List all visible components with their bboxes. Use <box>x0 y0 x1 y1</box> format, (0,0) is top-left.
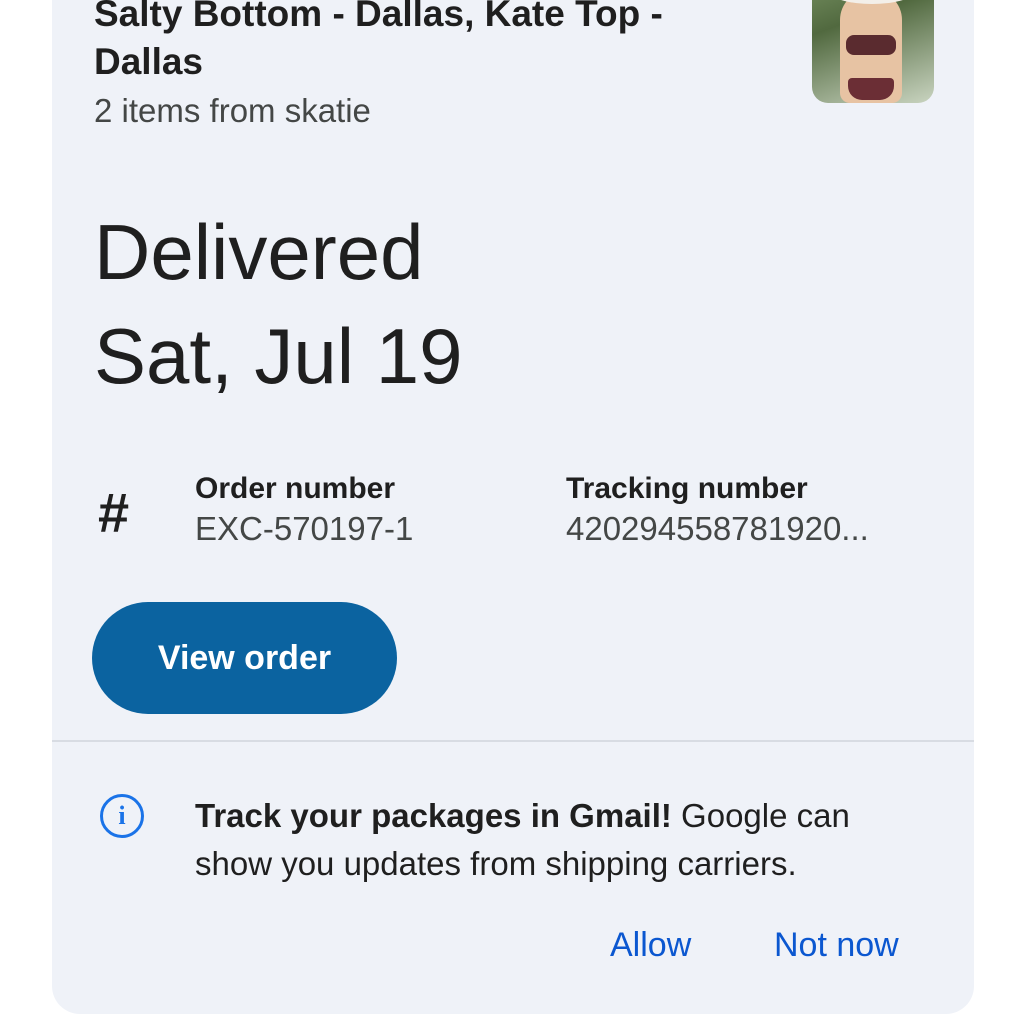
product-thumbnail[interactable] <box>812 0 934 103</box>
thumbnail-bottom <box>848 78 894 100</box>
product-title: Salty Bottom - Dallas, Kate Top - Dallas <box>94 0 663 82</box>
delivery-date: Sat, Jul 19 <box>94 312 463 400</box>
divider <box>52 740 974 742</box>
order-number-value: EXC-570197-1 <box>195 510 414 547</box>
thumbnail-top <box>846 35 896 55</box>
tracking-number-label: Tracking number <box>566 472 808 505</box>
tracking-number-value[interactable]: 420294558781920... <box>566 510 869 548</box>
allow-button[interactable]: Allow <box>610 926 691 965</box>
hash-icon: # <box>98 481 130 544</box>
delivery-status-block: Delivered Sat, Jul 19 <box>94 200 463 408</box>
order-number-label: Order number <box>195 472 396 505</box>
delivery-status: Delivered <box>94 208 424 296</box>
product-subtitle: 2 items from skatie <box>94 92 371 129</box>
notice-heading: Track your packages in Gmail! <box>195 797 672 834</box>
view-order-button[interactable]: View order <box>92 602 397 714</box>
tracking-notice: Track your packages in Gmail! Google can… <box>195 792 915 888</box>
info-icon: i <box>100 794 144 838</box>
order-card: Salty Bottom - Dallas, Kate Top - Dallas… <box>52 0 974 1014</box>
not-now-button[interactable]: Not now <box>774 926 899 965</box>
